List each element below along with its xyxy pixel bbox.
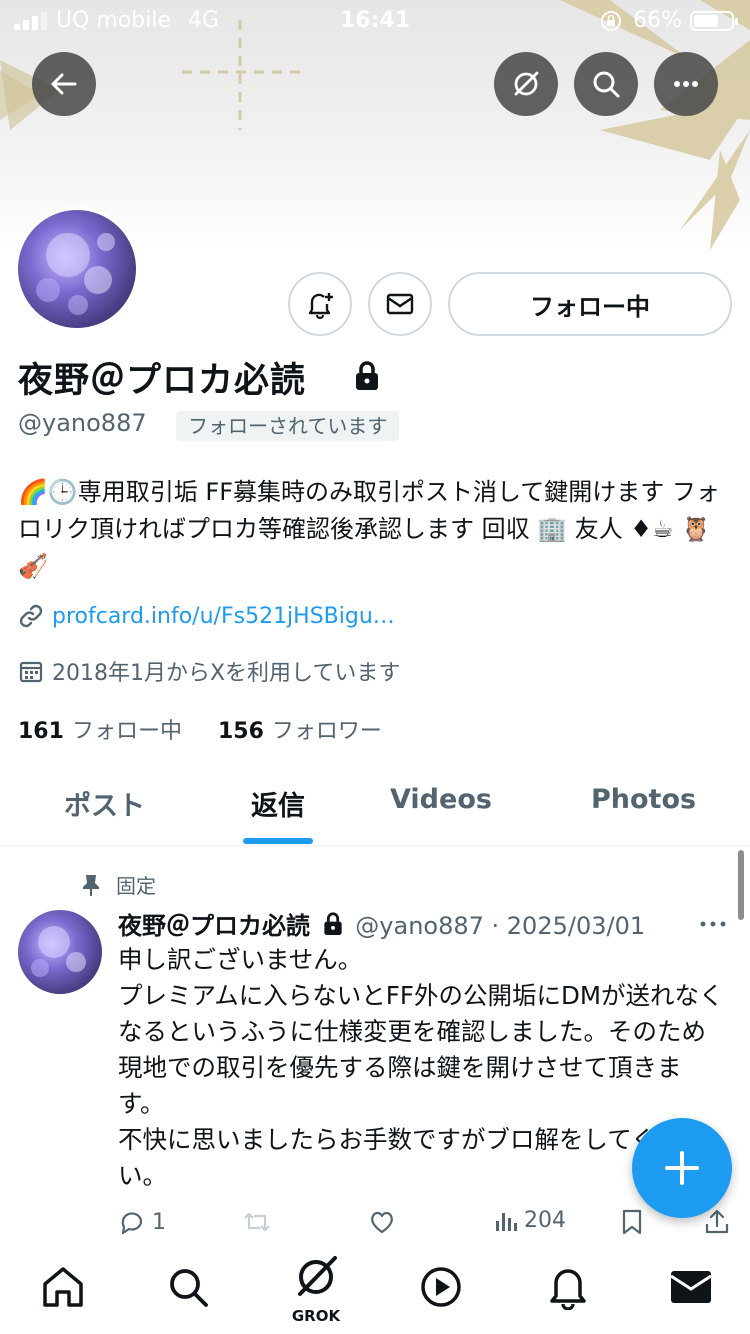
joined-text: 2018年1月からXを利用しています [52,661,401,686]
mail-icon [386,293,414,315]
battery-percent: 66% [633,8,682,33]
bottom-navigation: GROK [0,1238,750,1334]
nav-search[interactable] [163,1262,213,1312]
tweet-meta: @yano887 · 2025/03/01 [355,912,646,940]
share-icon [705,1209,729,1234]
like-button[interactable] [368,1208,396,1236]
tab-posts[interactable]: ポスト [64,784,145,823]
tab-photos[interactable]: Photos [591,784,696,815]
tweet-more-icon[interactable] [698,914,728,934]
following-count: 161 [18,719,64,744]
calendar-icon [19,661,43,683]
nav-messages[interactable] [666,1262,716,1312]
followers-label: フォロワー [271,719,382,744]
search-icon [593,71,620,98]
search-icon [170,1269,208,1307]
bell-icon [550,1269,586,1310]
reply-count: 1 [152,1209,166,1235]
bookmark-icon [622,1209,642,1235]
tweet-header: 夜野＠プロカ必読 @yano887 · 2025/03/01 [118,906,645,941]
views-icon [496,1212,517,1231]
status-bar: UQ mobile 4G 16:41 66% [0,0,750,42]
follows-you-badge: フォローされています [176,411,400,441]
lock-icon [323,912,342,935]
more-button[interactable] [654,52,718,116]
grok-icon [514,71,539,96]
reply-icon [121,1212,143,1235]
nav-grok[interactable] [291,1252,341,1302]
profile-tabs: ポスト 返信 Videos Photos [0,760,750,846]
play-icon [421,1267,461,1307]
tab-videos[interactable]: Videos [390,784,492,815]
message-button[interactable] [368,272,432,336]
nav-videos[interactable] [416,1262,466,1312]
pinned-text: 固定 [116,874,156,898]
grok-button[interactable] [494,52,558,116]
followers-link[interactable]: 156 フォロワー [218,719,382,744]
profile-link-text[interactable]: profcard.info/u/Fs521jHSBigu… [52,604,395,629]
notify-button[interactable] [288,272,352,336]
plus-icon [665,1151,699,1185]
bookmark-button[interactable] [620,1208,644,1236]
active-tab-indicator [243,838,313,844]
share-button[interactable] [704,1208,730,1236]
tweet-actions: 1 204 [118,1208,730,1242]
following-label: フォロー中 [71,719,182,744]
battery-icon [690,11,738,31]
profile-link[interactable]: profcard.info/u/Fs521jHSBigu… [18,603,395,629]
nav-home[interactable] [38,1262,88,1312]
tab-replies[interactable]: 返信 [251,784,305,823]
follow-counts: 161 フォロー中 156 フォロワー [18,713,382,745]
retweet-button [242,1208,272,1236]
back-arrow-icon [51,73,77,95]
mail-icon [670,1271,712,1303]
pinned-label: 固定 [80,870,156,899]
back-button[interactable] [32,52,96,116]
joined-date: 2018年1月からXを利用しています [18,655,400,687]
retweet-icon [244,1212,270,1232]
home-icon [43,1267,83,1307]
profile-bio: 🌈🕒専用取引垢 FF募集時のみ取引ポスト消して鍵開けます フォロリク頂ければプロ… [18,478,720,580]
views-button[interactable]: 204 [494,1208,566,1233]
lock-icon [356,361,378,390]
tweet-author-name[interactable]: 夜野＠プロカ必読 [118,912,310,940]
like-icon [371,1211,393,1234]
views-count: 204 [524,1208,566,1233]
following-link[interactable]: 161 フォロー中 [18,719,182,744]
rotation-lock-icon [601,11,621,31]
profile-avatar[interactable] [14,206,140,332]
bell-plus-icon [308,293,333,320]
followers-count: 156 [217,719,264,744]
grok-label: GROK [291,1307,341,1325]
nav-notifications[interactable] [543,1262,593,1312]
reply-button[interactable]: 1 [118,1208,166,1236]
link-icon [19,604,43,628]
grok-icon [298,1256,337,1296]
tweet-avatar[interactable] [18,910,102,994]
scrollbar[interactable] [738,850,744,920]
more-icon [674,81,698,87]
following-button[interactable]: フォロー中 [448,272,732,336]
compose-button[interactable] [632,1118,732,1218]
search-button[interactable] [574,52,638,116]
pin-icon [83,874,99,896]
profile-name: 夜野＠プロカ必読 [18,361,307,401]
profile-handle: @yano887 [18,409,147,437]
